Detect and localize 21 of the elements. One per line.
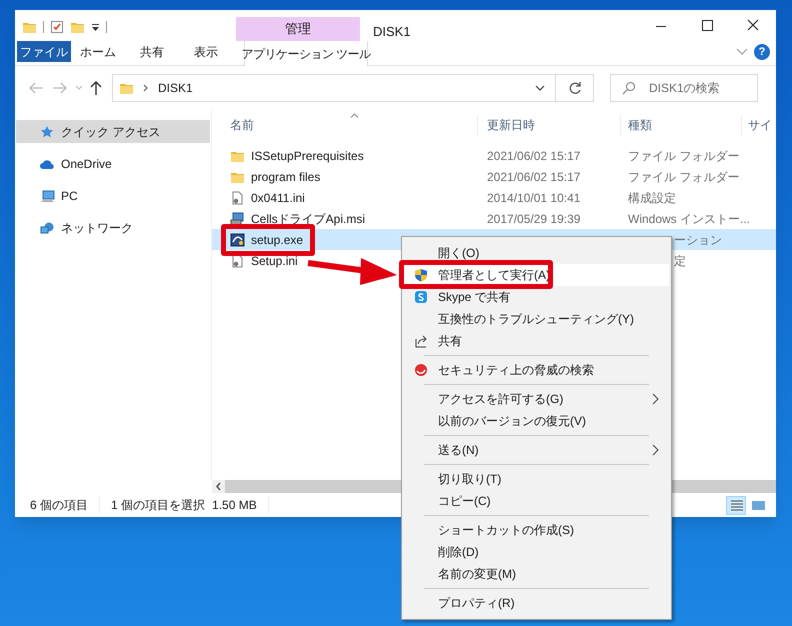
date-cell: 2021/06/02 15:17 [487, 170, 580, 184]
file-name: setup.exe [251, 232, 304, 248]
status-text: 1 個の項目を選択 [110, 497, 206, 514]
type-cell: Windows インストー... [628, 212, 750, 226]
type-cell: ファイル フォルダー [628, 148, 740, 162]
tab-group-label: 管理 [236, 17, 360, 41]
status-text: 6 個の項目 [15, 496, 100, 514]
date-cell: 2017/05/29 19:39 [487, 212, 580, 226]
date-cell: 2014/10/01 10:41 [487, 190, 580, 204]
file-name: 0x0411.ini [251, 190, 305, 206]
type-cell: 定 [674, 254, 686, 268]
file-name: program files [251, 168, 320, 186]
type-cell: ーション [674, 232, 722, 246]
file-name: ISSetupPrerequisites [251, 148, 364, 164]
file-name: CellsドライブApi.msi [251, 210, 366, 228]
type-cell: ファイル フォルダー [628, 170, 740, 184]
type-cell: 構成設定 [628, 190, 676, 204]
date-cell: 2021/06/02 15:17 [487, 148, 580, 162]
status-text: 1.50 MB [205, 496, 269, 514]
window-title: DISK1 [373, 23, 411, 41]
file-name: Setup.ini [251, 252, 298, 270]
